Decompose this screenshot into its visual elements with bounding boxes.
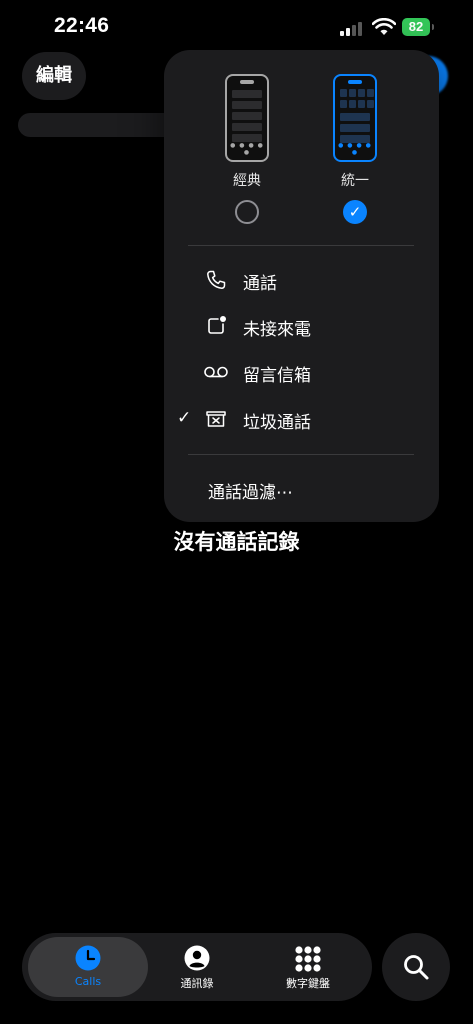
voicemail-icon — [204, 366, 228, 378]
phone-icon — [207, 270, 226, 289]
menu-item-label: 垃圾通話 — [243, 413, 311, 433]
menu-item-spam[interactable]: ✓ 垃圾通話 — [164, 399, 439, 439]
menu-item-missed[interactable]: 未接來電 — [164, 306, 439, 346]
battery-level: 82 — [402, 18, 430, 36]
wifi-icon — [372, 18, 396, 35]
search-button[interactable] — [382, 933, 450, 1001]
tab-contacts[interactable]: 通訊錄 — [142, 933, 252, 1001]
cellular-signal-icon — [340, 20, 366, 36]
menu-item-label: 通話 — [243, 274, 277, 294]
search-field-background — [18, 113, 178, 137]
tab-calls[interactable]: Calls — [28, 937, 148, 997]
radio-checked-icon[interactable]: ✓ — [343, 200, 367, 224]
menu-item-calls[interactable]: 通話 — [164, 260, 439, 300]
menu-divider — [188, 454, 414, 455]
tab-bar: Calls 通訊錄 數字鍵盤 — [22, 933, 372, 1001]
keypad-icon — [295, 946, 321, 972]
filter-popup-menu: ● ● ● ● ● 經典 ● ● ● ● ● 統一 ✓ 通話 未接來電 留言信箱… — [164, 50, 439, 522]
status-time: 22:46 — [54, 14, 110, 37]
tab-label: 數字鍵盤 — [286, 977, 330, 990]
layout-label-classic: 經典 — [233, 173, 261, 189]
menu-item-label: 未接來電 — [243, 320, 311, 340]
status-bar: 22:46 82 — [0, 0, 473, 56]
tab-keypad[interactable]: 數字鍵盤 — [253, 933, 363, 1001]
battery-tip — [432, 24, 434, 30]
menu-item-label: 留言信箱 — [243, 366, 311, 386]
menu-divider — [188, 245, 414, 246]
radio-unselected-icon[interactable] — [235, 200, 259, 224]
edit-button[interactable]: 編輯 — [22, 52, 86, 100]
spam-box-icon — [206, 411, 226, 427]
clock-icon — [75, 945, 101, 971]
call-filtering-menu-item[interactable]: 通話過濾⋯ — [208, 478, 293, 503]
contact-icon — [184, 945, 210, 971]
layout-option-unified[interactable]: ● ● ● ● ● 統一 ✓ — [310, 74, 400, 224]
unified-layout-preview-icon: ● ● ● ● ● — [333, 74, 377, 162]
tab-label: 通訊錄 — [180, 977, 214, 990]
checkmark-icon: ✓ — [177, 408, 192, 428]
missed-call-icon — [208, 316, 226, 334]
tab-label: Calls — [74, 975, 102, 988]
menu-item-voicemail[interactable]: 留言信箱 — [164, 352, 439, 392]
classic-layout-preview-icon: ● ● ● ● ● — [225, 74, 269, 162]
layout-label-unified: 統一 — [341, 173, 369, 189]
search-icon — [404, 955, 429, 980]
empty-state-message: 沒有通話記錄 — [173, 530, 300, 554]
layout-option-classic[interactable]: ● ● ● ● ● 經典 — [202, 74, 292, 224]
